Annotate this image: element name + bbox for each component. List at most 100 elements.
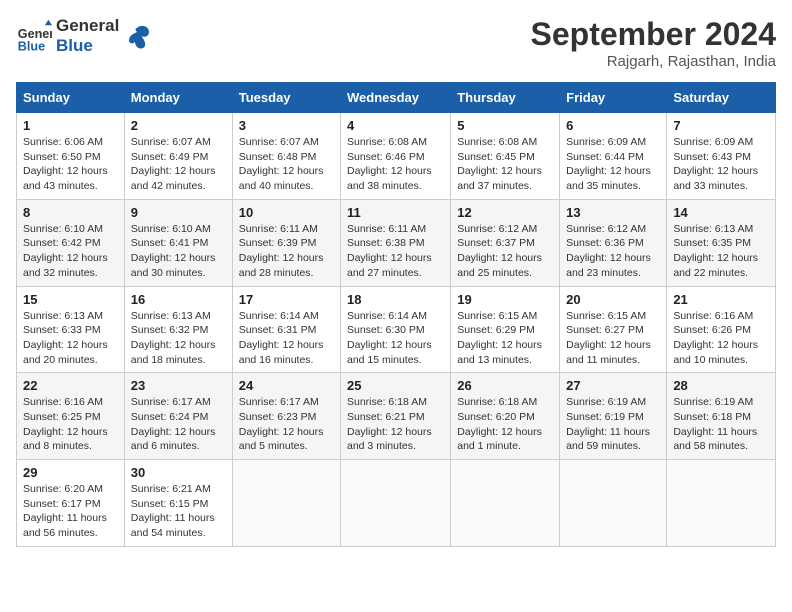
day-cell: 27 Sunrise: 6:19 AMSunset: 6:19 PMDaylig… bbox=[560, 373, 667, 460]
day-number: 2 bbox=[131, 118, 226, 133]
day-info: Sunrise: 6:13 AMSunset: 6:32 PMDaylight:… bbox=[131, 309, 226, 368]
day-info: Sunrise: 6:14 AMSunset: 6:31 PMDaylight:… bbox=[239, 309, 334, 368]
day-info: Sunrise: 6:16 AMSunset: 6:25 PMDaylight:… bbox=[23, 395, 118, 454]
day-number: 29 bbox=[23, 465, 118, 480]
day-info: Sunrise: 6:21 AMSunset: 6:15 PMDaylight:… bbox=[131, 482, 226, 541]
header-cell-friday: Friday bbox=[560, 83, 667, 113]
day-cell: 21 Sunrise: 6:16 AMSunset: 6:26 PMDaylig… bbox=[667, 286, 776, 373]
day-info: Sunrise: 6:10 AMSunset: 6:41 PMDaylight:… bbox=[131, 222, 226, 281]
day-number: 27 bbox=[566, 378, 660, 393]
day-info: Sunrise: 6:09 AMSunset: 6:43 PMDaylight:… bbox=[673, 135, 769, 194]
title-block: September 2024 Rajgarh, Rajasthan, India bbox=[531, 16, 776, 70]
day-number: 25 bbox=[347, 378, 444, 393]
calendar-header: SundayMondayTuesdayWednesdayThursdayFrid… bbox=[17, 83, 776, 113]
day-cell: 11 Sunrise: 6:11 AMSunset: 6:38 PMDaylig… bbox=[341, 199, 451, 286]
day-cell: 1 Sunrise: 6:06 AMSunset: 6:50 PMDayligh… bbox=[17, 113, 125, 200]
day-number: 1 bbox=[23, 118, 118, 133]
day-cell: 2 Sunrise: 6:07 AMSunset: 6:49 PMDayligh… bbox=[124, 113, 232, 200]
header-row: SundayMondayTuesdayWednesdayThursdayFrid… bbox=[17, 83, 776, 113]
week-row-1: 1 Sunrise: 6:06 AMSunset: 6:50 PMDayligh… bbox=[17, 113, 776, 200]
day-number: 30 bbox=[131, 465, 226, 480]
day-info: Sunrise: 6:08 AMSunset: 6:46 PMDaylight:… bbox=[347, 135, 444, 194]
day-number: 15 bbox=[23, 292, 118, 307]
week-row-5: 29 Sunrise: 6:20 AMSunset: 6:17 PMDaylig… bbox=[17, 460, 776, 547]
day-cell: 23 Sunrise: 6:17 AMSunset: 6:24 PMDaylig… bbox=[124, 373, 232, 460]
day-info: Sunrise: 6:07 AMSunset: 6:48 PMDaylight:… bbox=[239, 135, 334, 194]
month-year-title: September 2024 bbox=[531, 16, 776, 53]
day-number: 3 bbox=[239, 118, 334, 133]
day-info: Sunrise: 6:11 AMSunset: 6:39 PMDaylight:… bbox=[239, 222, 334, 281]
day-info: Sunrise: 6:15 AMSunset: 6:27 PMDaylight:… bbox=[566, 309, 660, 368]
day-info: Sunrise: 6:09 AMSunset: 6:44 PMDaylight:… bbox=[566, 135, 660, 194]
day-cell: 28 Sunrise: 6:19 AMSunset: 6:18 PMDaylig… bbox=[667, 373, 776, 460]
day-cell: 25 Sunrise: 6:18 AMSunset: 6:21 PMDaylig… bbox=[341, 373, 451, 460]
logo-bird-icon bbox=[123, 22, 151, 50]
day-info: Sunrise: 6:17 AMSunset: 6:24 PMDaylight:… bbox=[131, 395, 226, 454]
day-number: 24 bbox=[239, 378, 334, 393]
day-number: 28 bbox=[673, 378, 769, 393]
day-cell bbox=[451, 460, 560, 547]
logo-icon: General Blue bbox=[16, 18, 52, 54]
day-number: 22 bbox=[23, 378, 118, 393]
day-cell: 19 Sunrise: 6:15 AMSunset: 6:29 PMDaylig… bbox=[451, 286, 560, 373]
day-number: 7 bbox=[673, 118, 769, 133]
calendar-body: 1 Sunrise: 6:06 AMSunset: 6:50 PMDayligh… bbox=[17, 113, 776, 547]
day-cell: 22 Sunrise: 6:16 AMSunset: 6:25 PMDaylig… bbox=[17, 373, 125, 460]
day-number: 4 bbox=[347, 118, 444, 133]
header-cell-tuesday: Tuesday bbox=[232, 83, 340, 113]
day-info: Sunrise: 6:19 AMSunset: 6:19 PMDaylight:… bbox=[566, 395, 660, 454]
day-cell: 26 Sunrise: 6:18 AMSunset: 6:20 PMDaylig… bbox=[451, 373, 560, 460]
day-info: Sunrise: 6:14 AMSunset: 6:30 PMDaylight:… bbox=[347, 309, 444, 368]
day-number: 8 bbox=[23, 205, 118, 220]
logo-text-blue: Blue bbox=[56, 36, 119, 56]
header-cell-thursday: Thursday bbox=[451, 83, 560, 113]
day-cell: 29 Sunrise: 6:20 AMSunset: 6:17 PMDaylig… bbox=[17, 460, 125, 547]
day-number: 11 bbox=[347, 205, 444, 220]
day-cell bbox=[667, 460, 776, 547]
day-cell bbox=[560, 460, 667, 547]
day-cell: 9 Sunrise: 6:10 AMSunset: 6:41 PMDayligh… bbox=[124, 199, 232, 286]
day-number: 21 bbox=[673, 292, 769, 307]
day-info: Sunrise: 6:19 AMSunset: 6:18 PMDaylight:… bbox=[673, 395, 769, 454]
day-info: Sunrise: 6:12 AMSunset: 6:37 PMDaylight:… bbox=[457, 222, 553, 281]
day-info: Sunrise: 6:13 AMSunset: 6:35 PMDaylight:… bbox=[673, 222, 769, 281]
day-cell: 4 Sunrise: 6:08 AMSunset: 6:46 PMDayligh… bbox=[341, 113, 451, 200]
day-number: 17 bbox=[239, 292, 334, 307]
day-info: Sunrise: 6:18 AMSunset: 6:21 PMDaylight:… bbox=[347, 395, 444, 454]
day-info: Sunrise: 6:15 AMSunset: 6:29 PMDaylight:… bbox=[457, 309, 553, 368]
day-cell: 10 Sunrise: 6:11 AMSunset: 6:39 PMDaylig… bbox=[232, 199, 340, 286]
day-info: Sunrise: 6:16 AMSunset: 6:26 PMDaylight:… bbox=[673, 309, 769, 368]
day-info: Sunrise: 6:18 AMSunset: 6:20 PMDaylight:… bbox=[457, 395, 553, 454]
week-row-3: 15 Sunrise: 6:13 AMSunset: 6:33 PMDaylig… bbox=[17, 286, 776, 373]
day-number: 10 bbox=[239, 205, 334, 220]
day-cell: 7 Sunrise: 6:09 AMSunset: 6:43 PMDayligh… bbox=[667, 113, 776, 200]
day-cell: 6 Sunrise: 6:09 AMSunset: 6:44 PMDayligh… bbox=[560, 113, 667, 200]
day-cell: 8 Sunrise: 6:10 AMSunset: 6:42 PMDayligh… bbox=[17, 199, 125, 286]
day-number: 23 bbox=[131, 378, 226, 393]
day-cell: 14 Sunrise: 6:13 AMSunset: 6:35 PMDaylig… bbox=[667, 199, 776, 286]
day-cell: 13 Sunrise: 6:12 AMSunset: 6:36 PMDaylig… bbox=[560, 199, 667, 286]
day-cell: 24 Sunrise: 6:17 AMSunset: 6:23 PMDaylig… bbox=[232, 373, 340, 460]
header-cell-wednesday: Wednesday bbox=[341, 83, 451, 113]
day-number: 14 bbox=[673, 205, 769, 220]
day-number: 19 bbox=[457, 292, 553, 307]
day-info: Sunrise: 6:08 AMSunset: 6:45 PMDaylight:… bbox=[457, 135, 553, 194]
day-cell: 16 Sunrise: 6:13 AMSunset: 6:32 PMDaylig… bbox=[124, 286, 232, 373]
day-cell bbox=[232, 460, 340, 547]
calendar-table: SundayMondayTuesdayWednesdayThursdayFrid… bbox=[16, 82, 776, 547]
day-cell: 12 Sunrise: 6:12 AMSunset: 6:37 PMDaylig… bbox=[451, 199, 560, 286]
day-number: 20 bbox=[566, 292, 660, 307]
day-info: Sunrise: 6:07 AMSunset: 6:49 PMDaylight:… bbox=[131, 135, 226, 194]
day-info: Sunrise: 6:12 AMSunset: 6:36 PMDaylight:… bbox=[566, 222, 660, 281]
day-number: 13 bbox=[566, 205, 660, 220]
day-number: 16 bbox=[131, 292, 226, 307]
page-header: General Blue General Blue September 2024… bbox=[16, 16, 776, 70]
header-cell-monday: Monday bbox=[124, 83, 232, 113]
day-cell: 30 Sunrise: 6:21 AMSunset: 6:15 PMDaylig… bbox=[124, 460, 232, 547]
day-info: Sunrise: 6:17 AMSunset: 6:23 PMDaylight:… bbox=[239, 395, 334, 454]
day-number: 12 bbox=[457, 205, 553, 220]
day-info: Sunrise: 6:20 AMSunset: 6:17 PMDaylight:… bbox=[23, 482, 118, 541]
header-cell-sunday: Sunday bbox=[17, 83, 125, 113]
day-number: 18 bbox=[347, 292, 444, 307]
day-cell: 18 Sunrise: 6:14 AMSunset: 6:30 PMDaylig… bbox=[341, 286, 451, 373]
